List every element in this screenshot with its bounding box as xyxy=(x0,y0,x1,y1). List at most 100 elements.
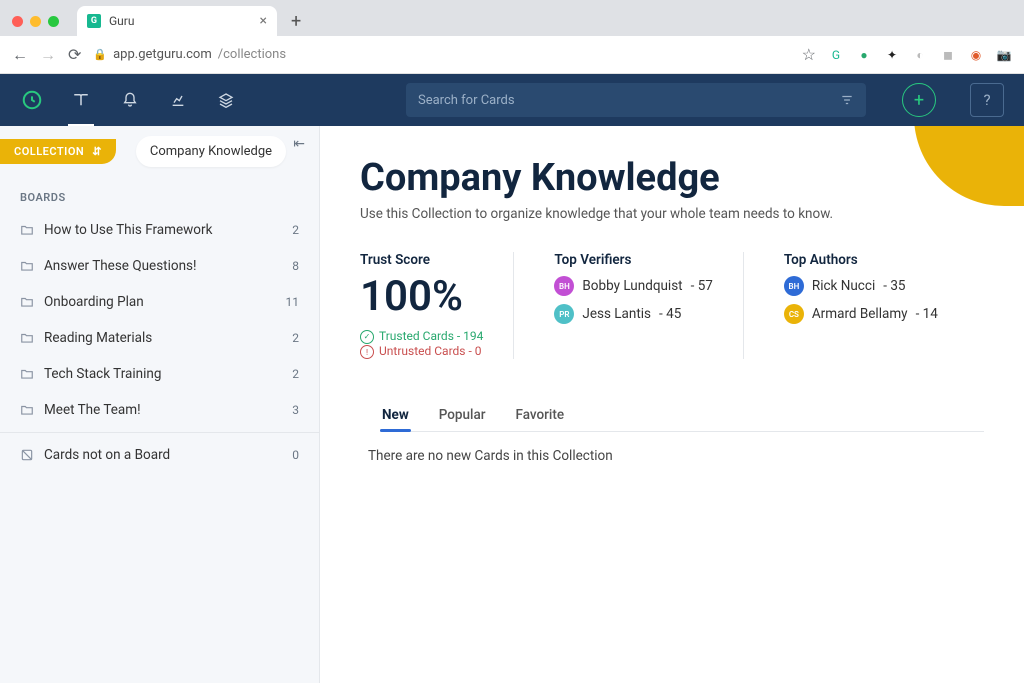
main-content: Company Knowledge Use this Collection to… xyxy=(320,126,1024,683)
guru-logo-icon[interactable] xyxy=(20,88,44,112)
minimize-window-button[interactable] xyxy=(30,16,41,27)
folder-icon xyxy=(20,259,34,273)
reload-button[interactable]: ⟳ xyxy=(68,45,81,64)
top-authors-block: Top Authors BHRick Nucci - 35 CS Armard Be… xyxy=(784,252,968,359)
ext-icon[interactable]: ◼ xyxy=(940,47,956,63)
board-count: 3 xyxy=(292,403,299,417)
page-title: Company Knowledge xyxy=(360,156,984,200)
new-tab-button[interactable]: + xyxy=(291,11,301,32)
guru-favicon-icon: G xyxy=(87,14,101,28)
ext-icon[interactable]: 📷 xyxy=(996,47,1012,63)
app-header: Search for Cards + ? xyxy=(0,74,1024,126)
browser-chrome: G Guru × + ← → ⟳ 🔒 app.getguru.com/colle… xyxy=(0,0,1024,74)
board-count: 2 xyxy=(292,367,299,381)
bell-icon[interactable] xyxy=(118,88,142,112)
trusted-cards-line: Trusted Cards - 194 xyxy=(360,328,483,344)
url-host: app.getguru.com xyxy=(113,47,212,62)
board-item[interactable]: Meet The Team! 3 xyxy=(0,392,319,428)
person-count: - 14 xyxy=(916,306,938,322)
tab-favorite[interactable]: Favorite xyxy=(514,399,567,431)
browser-tab[interactable]: G Guru × xyxy=(77,6,277,36)
folder-icon xyxy=(20,295,34,309)
avatar: CS xyxy=(784,304,804,324)
top-verifiers-block: Top Verifiers BH Bobby Lundquist - 57 PR Je… xyxy=(554,252,743,359)
filter-icon[interactable] xyxy=(840,93,854,107)
add-button[interactable]: + xyxy=(902,83,936,117)
card-icon xyxy=(20,448,34,462)
tab-new[interactable]: New xyxy=(380,399,411,431)
window-controls xyxy=(12,16,59,27)
avatar: PR xyxy=(554,304,574,324)
loose-cards-label: Cards not on a Board xyxy=(44,447,170,463)
board-count: 2 xyxy=(292,223,299,237)
person-name: Armard Bellamy xyxy=(812,306,908,322)
trust-score-value: 100% xyxy=(360,276,483,318)
tab-popular[interactable]: Popular xyxy=(437,399,488,431)
loose-cards-item[interactable]: Cards not on a Board 0 xyxy=(0,437,319,473)
ext-icon[interactable]: ◐ xyxy=(912,47,928,63)
search-input[interactable]: Search for Cards xyxy=(406,83,866,117)
board-item[interactable]: How to Use This Framework2 xyxy=(0,212,319,248)
folder-icon xyxy=(20,223,34,237)
warn-circle-icon xyxy=(360,344,374,360)
back-button[interactable]: ← xyxy=(12,45,28,65)
person-row[interactable]: PRJess Lantis - 45 xyxy=(554,304,712,324)
avatar: BH xyxy=(554,276,574,296)
analytics-icon[interactable] xyxy=(166,88,190,112)
person-name: Jess Lantis xyxy=(582,306,651,322)
person-row[interactable]: CS Armard Bellamy - 14 xyxy=(784,304,938,324)
ext-icon[interactable]: ● xyxy=(856,47,872,63)
board-count: 2 xyxy=(292,331,299,345)
board-name: Answer These Questions! xyxy=(44,258,196,274)
check-circle-icon xyxy=(360,328,374,344)
extension-icons: G ● ✦ ◐ ◼ ◉ 📷 xyxy=(828,47,1012,63)
close-window-button[interactable] xyxy=(12,16,23,27)
folder-icon xyxy=(20,367,34,381)
person-row[interactable]: BH Bobby Lundquist - 57 xyxy=(554,276,712,296)
guru-ext-icon[interactable]: G xyxy=(828,47,844,63)
collection-name-pill[interactable]: Company Knowledge xyxy=(136,136,286,167)
page-subtitle: Use this Collection to organize knowledg… xyxy=(360,206,984,222)
tab-bar: G Guru × + xyxy=(0,0,1024,36)
help-button[interactable]: ? xyxy=(970,83,1004,117)
board-name: Reading Materials xyxy=(44,330,152,346)
trust-score-block: Trust Score 100% Trusted Cards - 194 Unt… xyxy=(360,252,514,359)
collection-tab[interactable]: COLLECTION ⇵ xyxy=(0,139,116,164)
board-item[interactable]: Onboarding Plan11 xyxy=(0,284,319,320)
person-count: - 57 xyxy=(691,278,713,294)
collection-tab-label: COLLECTION xyxy=(14,145,84,158)
authors-title: Top Authors xyxy=(784,252,938,268)
board-count: 8 xyxy=(292,259,299,273)
verifiers-title: Top Verifiers xyxy=(554,252,712,268)
forward-button[interactable]: → xyxy=(40,45,56,65)
person-name: Bobby Lundquist xyxy=(582,278,682,294)
lock-icon: 🔒 xyxy=(93,48,107,61)
bookmark-star-icon[interactable]: ☆ xyxy=(802,45,816,64)
board-name: Meet The Team! xyxy=(44,402,141,418)
ext-icon[interactable]: ◉ xyxy=(968,47,984,63)
folder-icon xyxy=(20,331,34,345)
layers-icon[interactable] xyxy=(214,88,238,112)
board-item[interactable]: Reading Materials 2 xyxy=(0,320,319,356)
chevron-updown-icon: ⇵ xyxy=(92,145,102,158)
empty-state-message: There are no new Cards in this Collectio… xyxy=(360,432,984,464)
person-count: - 35 xyxy=(883,278,905,294)
address-bar: ← → ⟳ 🔒 app.getguru.com/collections ☆ G … xyxy=(0,36,1024,74)
board-name: Tech Stack Training xyxy=(44,366,161,382)
close-tab-icon[interactable]: × xyxy=(260,13,267,29)
maximize-window-button[interactable] xyxy=(48,16,59,27)
person-row[interactable]: BHRick Nucci - 35 xyxy=(784,276,938,296)
boards-section-label: BOARDS xyxy=(0,177,319,212)
tab-title: Guru xyxy=(109,14,134,28)
url-field[interactable]: 🔒 app.getguru.com/collections xyxy=(93,47,789,62)
stats-row: Trust Score 100% Trusted Cards - 194 Unt… xyxy=(360,252,984,359)
library-icon[interactable] xyxy=(68,87,94,113)
ext-icon[interactable]: ✦ xyxy=(884,47,900,63)
board-item[interactable]: Tech Stack Training 2 xyxy=(0,356,319,392)
collapse-sidebar-icon[interactable]: ⇤ xyxy=(293,136,305,152)
loose-cards-count: 0 xyxy=(292,448,299,462)
person-name: Rick Nucci xyxy=(812,278,875,294)
board-item[interactable]: Answer These Questions! 8 xyxy=(0,248,319,284)
untrusted-cards-line: Untrusted Cards - 0 xyxy=(360,344,483,360)
divider xyxy=(0,432,319,433)
